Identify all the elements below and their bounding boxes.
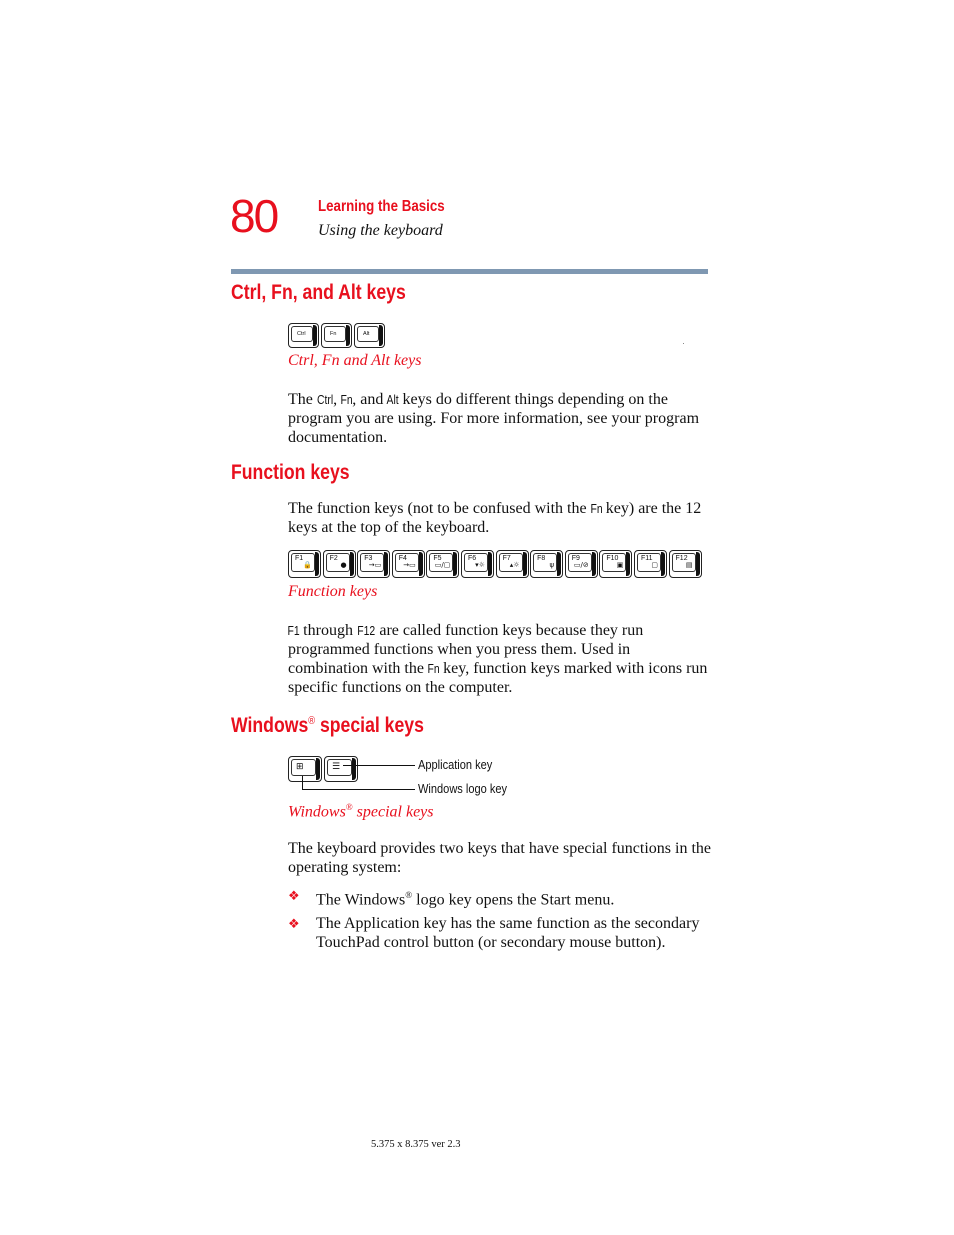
function-key-f7: F7 ▴☼ [495, 550, 529, 578]
caption-windows-special-keys: Windows® special keys [288, 802, 434, 821]
windows-key-callout-line [302, 789, 415, 790]
bullet-text: The Windows® logo key opens the Start me… [316, 890, 615, 909]
application-key-callout-line [343, 765, 415, 766]
paragraph-ctrl-fn-alt: The Ctrl, Fn, and Alt keys do different … [288, 391, 700, 446]
bullet-diamond-icon: ❖ [288, 917, 300, 932]
fn-key-ref: Fn [427, 661, 440, 676]
paragraph-function-keys: F1 through F12 are called function keys … [287, 622, 708, 696]
windows-keys-figure: ⊞ ☰ [288, 756, 358, 782]
stray-dot [683, 343, 684, 344]
windows-logo-key-label: Windows logo key [418, 781, 508, 796]
function-key-f5: F5 ▭/▢ [426, 550, 460, 578]
numeric-overlay-icon: ▢ [651, 561, 658, 569]
display-switch-icon: ▭/▢ [434, 561, 451, 569]
paragraph-function-keys-intro: The function keys (not to be confused wi… [288, 500, 702, 536]
bullet-item: ❖ The Windows® logo key opens the Start … [288, 886, 708, 909]
function-key-label: F8 [537, 555, 546, 562]
alt-key-ref: Alt [386, 392, 400, 407]
paragraph-windows-keys: The keyboard provides two keys that have… [288, 840, 711, 876]
page-footer: 5.375 x 8.375 ver 2.3 [371, 1139, 461, 1150]
power-save-icon: ● [340, 561, 347, 569]
application-menu-icon: ☰ [332, 762, 341, 772]
wireless-icon: ψ [549, 561, 555, 569]
fn-key-ref: Fn [340, 392, 353, 407]
function-key-f11: F11 ▢ [633, 550, 667, 578]
ctrl-fn-alt-keys-figure: Ctrl Fn Alt [288, 323, 385, 348]
function-key-f10: F10 ▣ [599, 550, 633, 578]
function-keys-figure: F1 🔒 F2 ● F3 →▭ F4 →▭ F5 ▭/▢ F6 ▾☼ F7 ▴☼ F8 ψ F9 ▭/⊘ F10 ▣ F… [288, 550, 702, 578]
heading-windows-special-keys: Windows® special keys [231, 714, 424, 737]
application-key-label: Application key [418, 757, 493, 772]
alt-key: Alt [354, 323, 385, 348]
header-rule [231, 269, 708, 274]
function-key-f8: F8 ψ [530, 550, 564, 578]
scroll-lock-icon: ▤ [685, 561, 693, 569]
ctrl-key: Ctrl [288, 323, 319, 348]
f1-key-ref: F1 [287, 623, 300, 638]
function-key-label: F2 [329, 555, 338, 562]
brightness-down-icon: ▾☼ [475, 561, 485, 569]
lock-icon: 🔒 [303, 561, 312, 569]
section-title: Using the keyboard [318, 222, 443, 239]
windows-logo-icon: ⊞ [296, 762, 304, 772]
function-key-f3: F3 →▭ [357, 550, 391, 578]
windows-logo-key: ⊞ [288, 756, 322, 782]
function-key-f2: F2 ● [322, 550, 356, 578]
touchpad-toggle-icon: ▭/⊘ [573, 561, 589, 569]
function-key-f1: F1 🔒 [288, 550, 321, 578]
brightness-up-icon: ▴☼ [509, 561, 520, 569]
standby-icon: →▭ [368, 561, 382, 569]
fn-key-ref: Fn [590, 501, 603, 516]
application-key: ☰ [324, 756, 358, 782]
page-number: 80 [230, 190, 279, 242]
caption-ctrl-fn-alt: Ctrl, Fn and Alt keys [288, 352, 422, 369]
chapter-title: Learning the Basics [318, 198, 445, 215]
bullet-diamond-icon: ❖ [288, 889, 300, 904]
function-key-f6: F6 ▾☼ [460, 550, 494, 578]
heading-ctrl-fn-alt: Ctrl, Fn, and Alt keys [231, 281, 406, 304]
heading-function-keys: Function keys [231, 461, 350, 484]
windows-key-callout-line-vertical [302, 776, 303, 789]
function-key-f4: F4 →▭ [391, 550, 425, 578]
hibernate-icon: →▭ [403, 561, 416, 569]
function-key-f12: F12 ▤ [668, 550, 702, 578]
function-key-f9: F9 ▭/⊘ [564, 550, 598, 578]
f12-key-ref: F12 [357, 623, 376, 638]
function-key-label: F1 [295, 555, 304, 562]
ctrl-key-ref: Ctrl [316, 392, 334, 407]
cursor-control-icon: ▣ [616, 561, 624, 569]
fn-key: Fn [321, 323, 352, 348]
caption-function-keys: Function keys [288, 583, 378, 600]
bullet-item: ❖ The Application key has the same funct… [288, 914, 708, 952]
bullet-text: The Application key has the same functio… [316, 915, 700, 951]
